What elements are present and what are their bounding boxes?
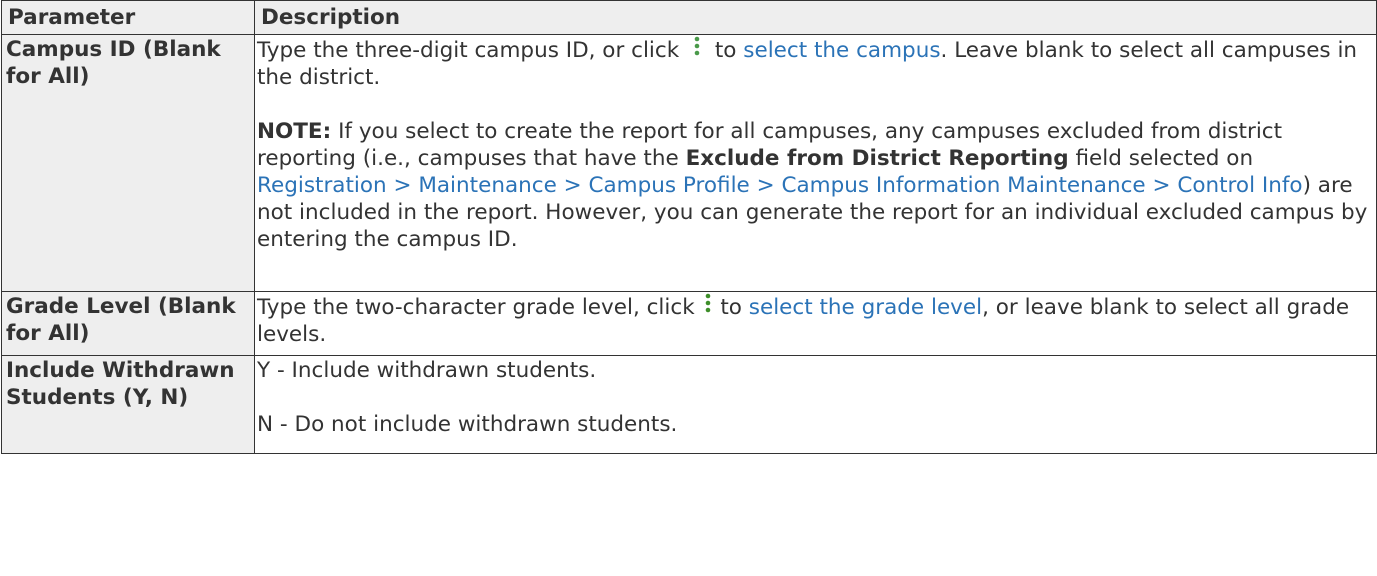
control-info-link[interactable]: Registration > Maintenance > Campus Prof… (257, 173, 1303, 198)
option-y-text: Y - Include withdrawn students. (257, 358, 597, 383)
select-campus-link[interactable]: select the campus (743, 38, 940, 63)
option-n-text: N - Do not include withdrawn students. (257, 412, 678, 437)
table-row: Grade Level (Blank for All) Type the two… (1, 291, 1377, 356)
parameter-description: Y - Include withdrawn students. N - Do n… (254, 355, 1377, 454)
parameter-description: Type the three-digit campus ID, or click… (254, 34, 1377, 292)
description-column-header: Description (254, 0, 1377, 35)
note-label: NOTE: (257, 119, 332, 144)
parameter-table: Parameter Description Campus ID (Blank f… (1, 0, 1377, 454)
table-header-row: Parameter Description (1, 0, 1377, 35)
description-paragraph: Type the three-digit campus ID, or click… (257, 36, 1358, 90)
description-text: Type the two-character grade level, clic… (257, 295, 695, 320)
exclude-field-name: Exclude from District Reporting (685, 146, 1069, 171)
parameter-name: Grade Level (Blank for All) (1, 291, 255, 356)
note-paragraph: NOTE: If you select to create the report… (257, 118, 1370, 253)
parameter-name: Campus ID (Blank for All) (1, 34, 255, 292)
parameter-column-header: Parameter (1, 0, 255, 35)
kebab-lookup-icon[interactable] (686, 36, 708, 58)
description-text: Type the three-digit campus ID, or click (257, 38, 680, 63)
kebab-lookup-icon[interactable] (702, 293, 714, 315)
parameter-name: Include Withdrawn Students (Y, N) (1, 355, 255, 454)
parameter-description: Type the two-character grade level, clic… (254, 291, 1377, 356)
description-paragraph: Type the two-character grade level, clic… (257, 293, 1350, 347)
note-text: field selected on (1068, 146, 1254, 171)
select-grade-level-link[interactable]: select the grade level (749, 295, 982, 320)
table-row: Include Withdrawn Students (Y, N) Y - In… (1, 355, 1377, 454)
table-row: Campus ID (Blank for All) Type the three… (1, 34, 1377, 292)
